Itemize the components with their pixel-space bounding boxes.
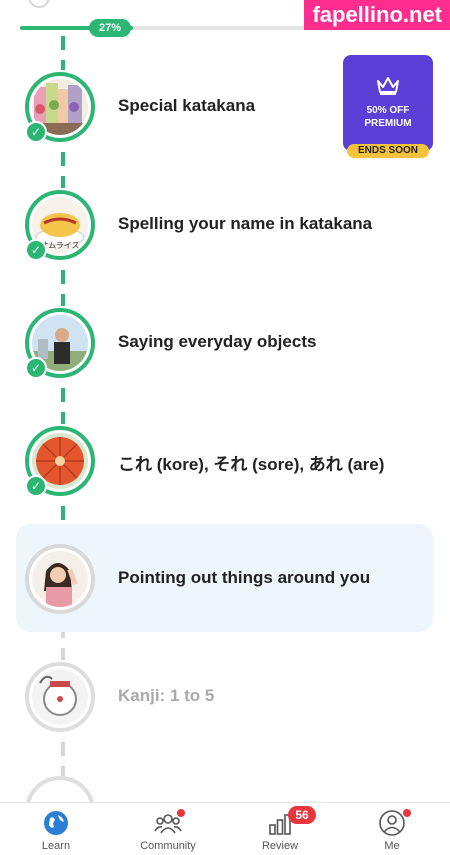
review-count-badge: 56: [288, 806, 316, 824]
nav-label: Review: [261, 840, 299, 852]
bottom-nav: Learn Community Review Me: [0, 802, 450, 855]
previous-lesson-node[interactable]: [28, 0, 50, 8]
lesson-title: Pointing out things around you: [118, 568, 371, 587]
premium-offer-card[interactable]: 50% OFF PREMIUM: [343, 55, 433, 151]
nav-label: Community: [140, 840, 196, 852]
lesson-everyday-objects[interactable]: ✓ Saying everyday objects: [0, 296, 450, 396]
lesson-title: Saying everyday objects: [118, 332, 317, 351]
progress-badge: 27%: [89, 19, 131, 37]
premium-discount-label: 50% OFF: [366, 105, 410, 116]
lesson-thumbnail: [25, 662, 95, 732]
lesson-thumbnail: [25, 544, 95, 614]
lesson-title: Spelling your name in katakana: [118, 214, 373, 233]
profile-icon: [378, 809, 406, 837]
nav-me[interactable]: Me: [347, 803, 437, 855]
premium-label: PREMIUM: [364, 118, 412, 129]
check-icon: ✓: [25, 121, 47, 143]
nav-label: Me: [384, 840, 400, 852]
lesson-title: Special katakana: [118, 96, 256, 115]
lesson-title: これ (kore), それ (sore), あれ (are): [118, 455, 385, 474]
watermark: fapellino.net: [304, 0, 450, 30]
crown-icon: [376, 75, 400, 100]
lesson-kore-sore-are[interactable]: ✓ これ (kore), それ (sore), あれ (are): [0, 414, 450, 514]
lesson-title: Kanji: 1 to 5: [118, 686, 215, 705]
check-icon: ✓: [25, 475, 47, 497]
nav-label: Learn: [41, 840, 71, 852]
notification-dot: [177, 809, 185, 817]
globe-icon: [42, 809, 70, 837]
check-icon: ✓: [25, 239, 47, 261]
lesson-pointing-out-things[interactable]: Pointing out things around you: [0, 532, 450, 632]
nav-community[interactable]: Community: [123, 803, 213, 855]
ends-soon-badge: ENDS SOON: [347, 144, 429, 158]
notification-dot: [403, 809, 411, 817]
nav-learn[interactable]: Learn: [11, 803, 101, 855]
lesson-spelling-name[interactable]: オムライス ✓ Spelling your name in katakana: [0, 178, 450, 278]
check-icon: ✓: [25, 357, 47, 379]
lesson-kanji-1-to-5[interactable]: Kanji: 1 to 5: [0, 650, 450, 750]
